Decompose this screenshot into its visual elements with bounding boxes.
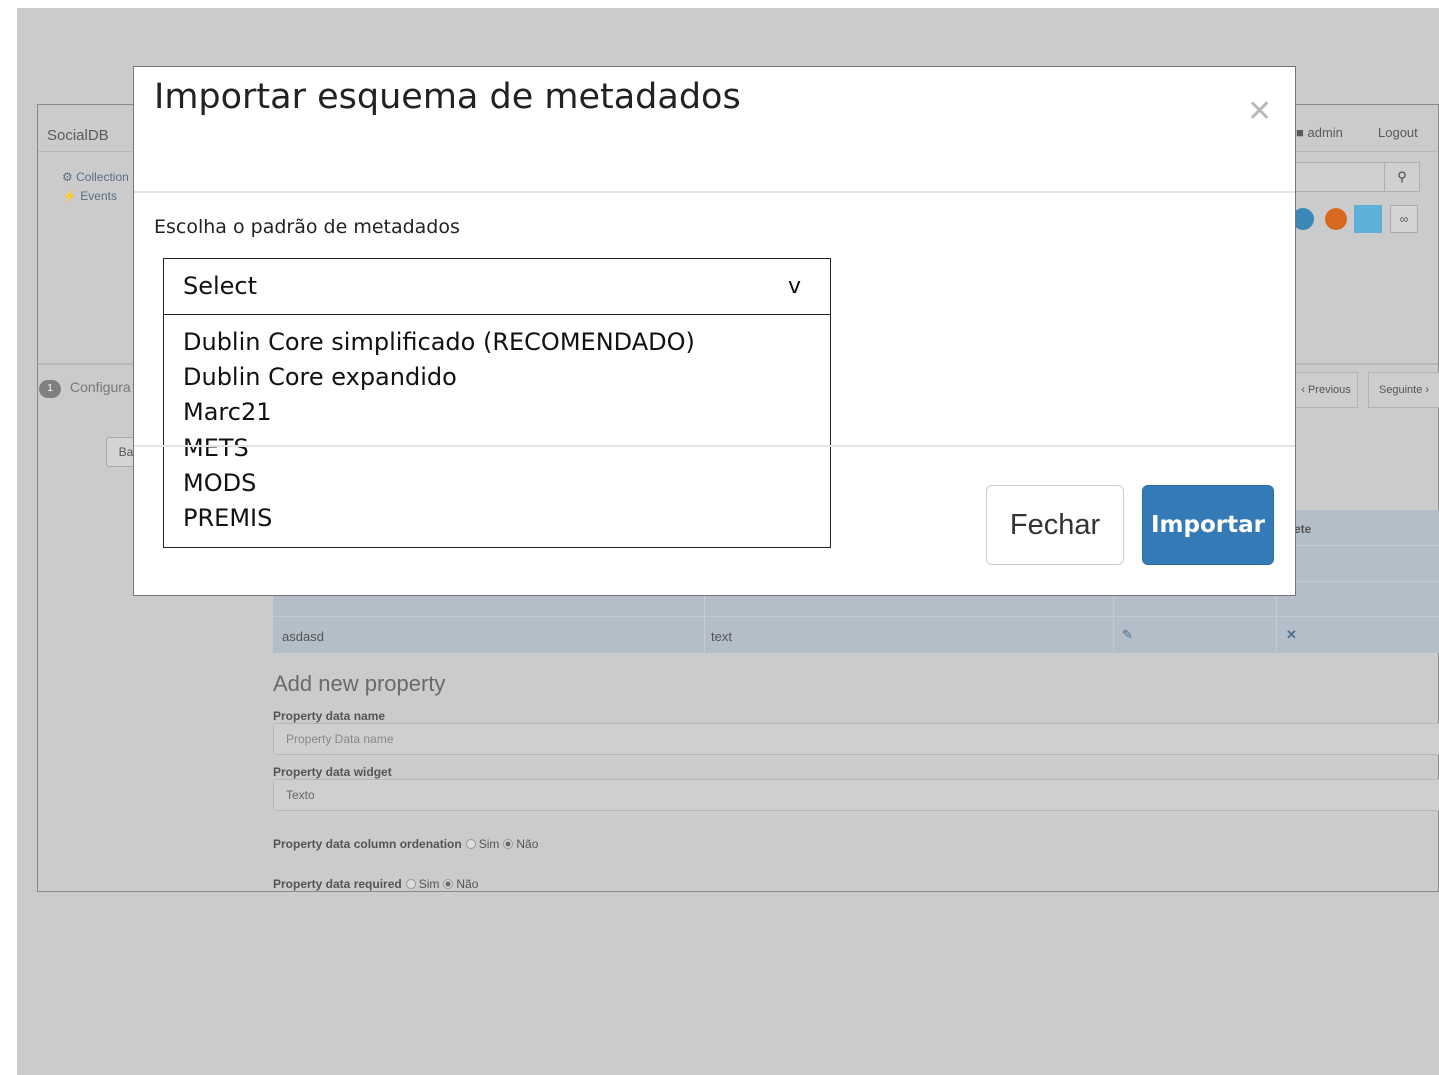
edit-icon[interactable]: ✎ [1122, 627, 1133, 643]
close-icon[interactable]: ✕ [1247, 97, 1272, 127]
sidebar-item-label: Collection [76, 170, 129, 184]
import-schema-modal: Importar esquema de metadados ✕ Escolha … [133, 66, 1296, 596]
rss-icon[interactable] [1325, 208, 1347, 230]
next-label: Seguinte [1378, 384, 1423, 396]
option-dublin-core-simplified[interactable]: Dublin Core simplificado (RECOMENDADO) [183, 325, 695, 360]
required-label: Property data required [273, 877, 402, 891]
select-options: Dublin Core simplificado (RECOMENDADO) D… [183, 325, 695, 536]
select-header[interactable]: Select v [164, 259, 830, 315]
table-cell-name: asdasd [282, 629, 324, 644]
option-premis[interactable]: PREMIS [183, 501, 695, 536]
radio-yes-label: Sim [418, 877, 440, 891]
user-name: admin [1307, 125, 1343, 140]
modal-title: Importar esquema de metadados [154, 77, 741, 117]
bolt-icon: ⚡ [62, 189, 77, 203]
user-menu[interactable]: ■ admin [1296, 125, 1343, 140]
metadata-standard-select[interactable]: Select v Dublin Core simplificado (RECOM… [163, 258, 831, 548]
search-icon: ⚲ [1397, 169, 1407, 184]
sidebar-item-label: Events [80, 189, 117, 203]
property-widget-value: Texto [286, 788, 315, 802]
ordenation-radio-group: Property data column ordenation Sim Não [273, 837, 538, 851]
gear-icon: ⚙ [62, 170, 73, 184]
user-icon: ■ [1296, 125, 1304, 140]
modal-footer-divider [134, 445, 1295, 447]
property-name-label: Property data name [273, 709, 386, 723]
required-radio-group: Property data required Sim Não [273, 877, 478, 891]
add-property-title: Add new property [273, 671, 446, 696]
import-button[interactable]: Importar [1142, 485, 1274, 565]
radio-yes-label: Sim [478, 837, 500, 851]
ordenation-label: Property data column ordenation [273, 837, 462, 851]
search-input[interactable] [1280, 162, 1400, 192]
option-mods[interactable]: MODS [183, 466, 695, 501]
chevron-down-icon: v [788, 274, 802, 299]
close-button[interactable]: Fechar [986, 485, 1124, 565]
search-button[interactable]: ⚲ [1384, 162, 1420, 192]
property-widget-select[interactable]: Texto [273, 779, 1439, 811]
radio-no-label: Não [516, 837, 539, 851]
next-button[interactable]: Seguinte › [1368, 372, 1439, 408]
previous-button[interactable]: ‹ Previous [1294, 372, 1358, 408]
radio-no[interactable] [503, 839, 514, 849]
radio-yes[interactable] [405, 879, 416, 889]
option-mets[interactable]: METS [183, 431, 695, 466]
chevron-left-icon: ‹ [1301, 384, 1305, 396]
table-cell-type: text [711, 629, 732, 644]
brand-logo[interactable]: SocialDB [47, 127, 109, 144]
property-widget-label: Property data widget [273, 765, 392, 779]
option-marc21[interactable]: Marc21 [183, 395, 695, 430]
sidebar-item-events[interactable]: ⚡ Events [62, 189, 117, 203]
select-value: Select [183, 272, 258, 300]
radio-no-label: Não [456, 877, 479, 891]
table-row-divider [273, 616, 1439, 617]
metadata-standard-label: Escolha o padrão de metadados [154, 216, 460, 238]
modal-header-divider [134, 191, 1295, 193]
sidebar-item-collection[interactable]: ⚙ Collection [62, 170, 129, 184]
property-name-input[interactable]: Property Data name [273, 723, 1439, 755]
radio-no[interactable] [443, 879, 454, 889]
export-icon[interactable] [1354, 205, 1382, 233]
property-name-placeholder: Property Data name [286, 732, 394, 746]
delete-icon[interactable]: ✕ [1286, 627, 1297, 643]
link-icon[interactable]: ∞ [1390, 205, 1418, 233]
chevron-right-icon: › [1425, 384, 1430, 396]
previous-label: Previous [1307, 384, 1351, 396]
step-label[interactable]: Configura [70, 379, 131, 395]
radio-yes[interactable] [465, 839, 476, 849]
option-dublin-core-expanded[interactable]: Dublin Core expandido [183, 360, 695, 395]
logout-link[interactable]: Logout [1378, 125, 1418, 140]
step-badge: 1 [39, 380, 61, 398]
